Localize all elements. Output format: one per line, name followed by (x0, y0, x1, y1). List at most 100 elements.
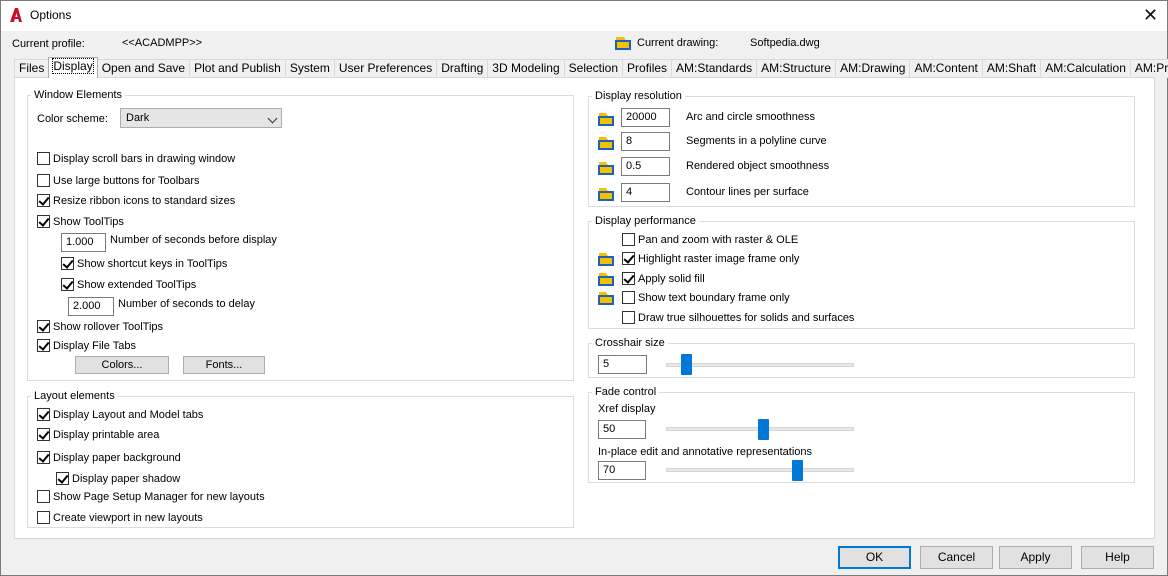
crosshair-slider-track[interactable] (666, 363, 854, 367)
drawing-saved-icon (598, 271, 614, 287)
large-buttons-checkbox[interactable] (37, 174, 50, 187)
tab-am-preferences[interactable]: AM:Preferences (1129, 59, 1168, 78)
drawing-saved-icon (598, 111, 614, 127)
tab-am-shaft[interactable]: AM:Shaft (981, 59, 1042, 78)
tab-selection[interactable]: Selection (563, 59, 624, 78)
display-performance-legend: Display performance (592, 215, 699, 227)
drawing-saved-icon (598, 186, 614, 202)
colors-button[interactable]: Colors... (75, 356, 169, 374)
crosshair-size-legend: Crosshair size (592, 337, 668, 349)
shortcut-keys-label: Show shortcut keys in ToolTips (77, 258, 228, 270)
extended-tooltips-label: Show extended ToolTips (77, 279, 197, 291)
arc-smoothness-label: Arc and circle smoothness (686, 111, 815, 123)
tab-files[interactable]: Files (14, 59, 50, 78)
color-scheme-value: Dark (126, 112, 150, 124)
create-viewport-checkbox[interactable] (37, 511, 50, 524)
scroll-bars-checkbox[interactable] (37, 152, 50, 165)
true-silhouettes-label: Draw true silhouettes for solids and sur… (638, 312, 855, 324)
tab-drafting[interactable]: Drafting (436, 59, 489, 78)
ok-button[interactable]: OK (838, 546, 911, 569)
inplace-edit-label: In-place edit and annotative representat… (598, 446, 813, 458)
tab-plot-and-publish[interactable]: Plot and Publish (189, 59, 286, 78)
inplace-edit-input[interactable]: 70 (598, 461, 646, 480)
layout-model-tabs-label: Display Layout and Model tabs (53, 409, 204, 421)
layout-model-tabs-checkbox[interactable] (37, 408, 50, 421)
show-tooltips-checkbox[interactable] (37, 215, 50, 228)
tab-profiles[interactable]: Profiles (622, 59, 673, 78)
color-scheme-dropdown[interactable]: Dark (120, 108, 282, 128)
layout-elements-legend: Layout elements (31, 390, 118, 402)
title-bar (1, 1, 1167, 31)
printable-area-checkbox[interactable] (37, 428, 50, 441)
resize-ribbon-checkbox[interactable] (37, 194, 50, 207)
tab-am-content[interactable]: AM:Content (909, 59, 983, 78)
display-resolution-group (588, 96, 1135, 207)
polyline-segments-label: Segments in a polyline curve (686, 135, 827, 147)
drawing-icon (614, 35, 632, 51)
apply-button[interactable]: Apply (999, 546, 1072, 569)
tab-3d-modeling[interactable]: 3D Modeling (487, 59, 565, 78)
extended-tooltips-checkbox[interactable] (61, 278, 74, 291)
printable-area-label: Display printable area (53, 429, 160, 441)
text-boundary-label: Show text boundary frame only (638, 292, 790, 304)
polyline-segments-input[interactable]: 8 (621, 132, 670, 151)
drawing-saved-icon (598, 251, 614, 267)
xref-display-input[interactable]: 50 (598, 420, 646, 439)
apply-solid-fill-checkbox[interactable] (622, 272, 635, 285)
fonts-button[interactable]: Fonts... (183, 356, 265, 374)
rollover-tooltips-checkbox[interactable] (37, 320, 50, 333)
tab-am-drawing[interactable]: AM:Drawing (835, 59, 911, 78)
true-silhouettes-checkbox[interactable] (622, 311, 635, 324)
seconds-delay-label: Number of seconds to delay (118, 298, 255, 310)
tab-am-calculation[interactable]: AM:Calculation (1040, 59, 1131, 78)
contour-lines-input[interactable]: 4 (621, 183, 670, 202)
crosshair-slider-thumb[interactable] (680, 354, 692, 375)
paper-shadow-checkbox[interactable] (56, 472, 69, 485)
xref-slider-thumb[interactable] (757, 419, 769, 440)
file-tabs-label: Display File Tabs (53, 340, 136, 352)
apply-solid-fill-label: Apply solid fill (638, 273, 705, 285)
shortcut-keys-checkbox[interactable] (61, 257, 74, 270)
chevron-down-icon (267, 113, 278, 124)
seconds-before-display-input[interactable]: 1.000 (61, 233, 106, 252)
tab-am-standards[interactable]: AM:Standards (671, 59, 758, 78)
pan-zoom-label: Pan and zoom with raster & OLE (638, 234, 799, 246)
highlight-raster-label: Highlight raster image frame only (638, 253, 800, 265)
rendered-smoothness-input[interactable]: 0.5 (621, 157, 670, 176)
tab-system[interactable]: System (284, 59, 335, 78)
text-boundary-checkbox[interactable] (622, 291, 635, 304)
tab-open-and-save[interactable]: Open and Save (96, 59, 191, 78)
pan-zoom-checkbox[interactable] (622, 233, 635, 246)
tab-display[interactable]: Display (48, 57, 98, 78)
arc-smoothness-input[interactable]: 20000 (621, 108, 670, 127)
seconds-delay-input[interactable]: 2.000 (68, 297, 114, 316)
show-tooltips-label: Show ToolTips (53, 216, 124, 228)
file-tabs-checkbox[interactable] (37, 339, 50, 352)
current-profile-value: <<ACADMPP>> (122, 37, 203, 49)
drawing-saved-icon (598, 160, 614, 176)
inplace-slider-thumb[interactable] (792, 460, 804, 481)
rendered-smoothness-label: Rendered object smoothness (686, 160, 830, 172)
tab-strip: Files Display Open and Save Plot and Pub… (14, 57, 1168, 78)
tab-user-preferences[interactable]: User Preferences (333, 59, 438, 78)
crosshair-size-input[interactable]: 5 (598, 355, 647, 374)
close-button[interactable]: ✕ (1134, 1, 1167, 30)
color-scheme-label: Color scheme: (37, 113, 108, 125)
xref-display-label: Xref display (598, 403, 656, 415)
rollover-tooltips-label: Show rollover ToolTips (53, 321, 164, 333)
autocad-logo-icon (9, 7, 23, 23)
paper-background-checkbox[interactable] (37, 451, 50, 464)
large-buttons-label: Use large buttons for Toolbars (53, 175, 200, 187)
help-button[interactable]: Help (1081, 546, 1154, 569)
cancel-button[interactable]: Cancel (920, 546, 993, 569)
drawing-saved-icon (598, 135, 614, 151)
crosshair-size-group (588, 343, 1135, 378)
fade-control-legend: Fade control (592, 386, 660, 398)
inplace-slider-track[interactable] (666, 468, 854, 472)
window-title: Options (30, 8, 72, 22)
highlight-raster-checkbox[interactable] (622, 252, 635, 265)
tab-am-structure[interactable]: AM:Structure (756, 59, 837, 78)
page-setup-manager-label: Show Page Setup Manager for new layouts (53, 491, 265, 503)
page-setup-manager-checkbox[interactable] (37, 490, 50, 503)
contour-lines-label: Contour lines per surface (686, 186, 809, 198)
